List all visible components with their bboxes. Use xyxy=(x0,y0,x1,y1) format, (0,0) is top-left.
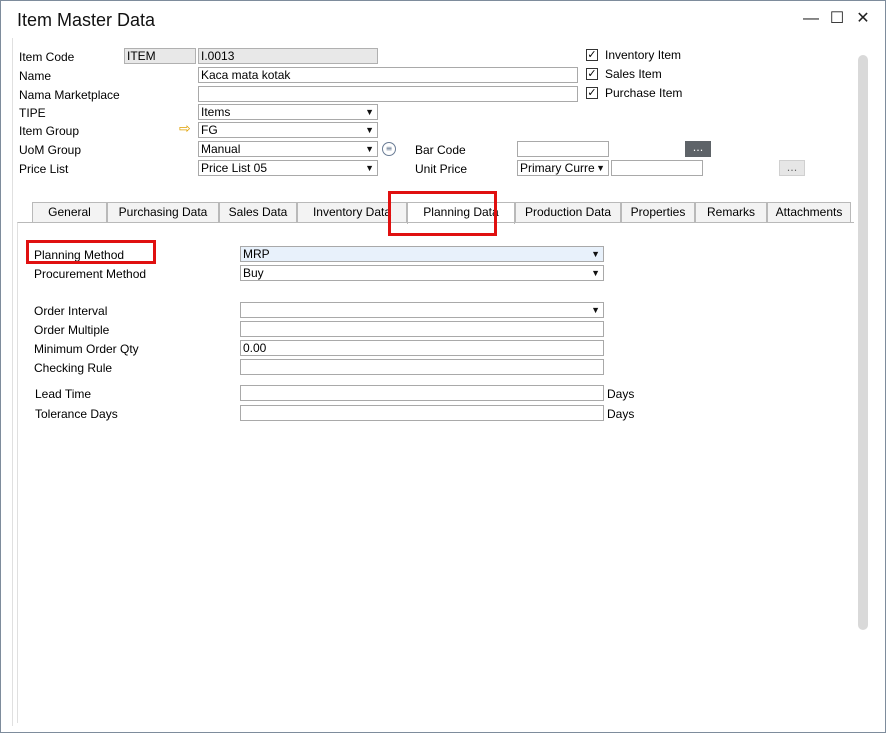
tab-sales-data[interactable]: Sales Data xyxy=(219,202,297,222)
bar-code-field[interactable] xyxy=(517,141,609,157)
checking-rule-field[interactable] xyxy=(240,359,604,375)
inventory-item-label: Inventory Item xyxy=(605,48,682,62)
sales-item-label: Sales Item xyxy=(605,67,662,81)
marketplace-field[interactable] xyxy=(198,86,578,102)
min-order-qty-field[interactable]: 0.00 xyxy=(240,340,604,356)
bar-code-label: Bar Code xyxy=(415,143,466,157)
order-interval-label: Order Interval xyxy=(34,304,108,318)
vertical-scrollbar[interactable] xyxy=(858,55,868,630)
currency-dropdown[interactable]: Primary Curre xyxy=(517,160,609,176)
maximize-icon[interactable]: ☐ xyxy=(827,9,847,29)
purchase-item-label: Purchase Item xyxy=(605,86,683,100)
tipe-dropdown[interactable]: Items xyxy=(198,104,378,120)
minimize-icon[interactable]: — xyxy=(801,9,821,29)
purchase-item-checkbox[interactable]: ✓ xyxy=(586,87,598,99)
link-arrow-icon[interactable]: ⇨ xyxy=(179,122,191,136)
item-code-label: Item Code xyxy=(19,50,75,64)
close-icon[interactable]: ✕ xyxy=(853,9,873,29)
inventory-item-checkbox[interactable]: ✓ xyxy=(586,49,598,61)
marketplace-label: Nama Marketplace xyxy=(19,88,120,102)
sales-item-checkbox[interactable]: ✓ xyxy=(586,68,598,80)
planning-data-panel xyxy=(17,222,854,723)
window-title: Item Master Data xyxy=(17,10,156,30)
tab-properties[interactable]: Properties xyxy=(621,202,695,222)
order-multiple-field[interactable] xyxy=(240,321,604,337)
tolerance-days-unit: Days xyxy=(607,407,635,421)
tab-general[interactable]: General xyxy=(32,202,107,222)
procurement-method-label: Procurement Method xyxy=(34,267,147,281)
unit-price-field[interactable] xyxy=(611,160,703,176)
uom-group-dropdown[interactable]: Manual xyxy=(198,141,378,157)
order-multiple-label: Order Multiple xyxy=(34,323,110,337)
lead-time-field[interactable] xyxy=(240,385,604,401)
min-order-qty-label: Minimum Order Qty xyxy=(34,342,139,356)
price-list-label: Price List xyxy=(19,162,69,176)
title-bar: Item Master Data — ☐ ✕ xyxy=(1,1,885,39)
planning-method-dropdown[interactable]: MRP xyxy=(240,246,604,262)
item-group-label: Item Group xyxy=(19,124,80,138)
item-code-field[interactable]: I.0013 xyxy=(198,48,378,64)
list-details-icon[interactable]: ≡ xyxy=(382,142,396,156)
price-list-dropdown[interactable]: Price List 05 xyxy=(198,160,378,176)
tab-production-data[interactable]: Production Data xyxy=(515,202,621,222)
order-interval-dropdown[interactable] xyxy=(240,302,604,318)
planning-tab-highlight xyxy=(388,191,497,236)
planning-method-highlight xyxy=(26,240,156,264)
unit-price-label: Unit Price xyxy=(415,162,468,176)
procurement-method-dropdown[interactable]: Buy xyxy=(240,265,604,281)
item-group-dropdown[interactable]: FG xyxy=(198,122,378,138)
tipe-label: TIPE xyxy=(19,106,46,120)
tolerance-days-label: Tolerance Days xyxy=(35,407,118,421)
lead-time-unit: Days xyxy=(607,387,635,401)
name-label: Name xyxy=(19,69,52,83)
lead-time-label: Lead Time xyxy=(35,387,92,401)
bar-code-ellipsis-button[interactable]: ... xyxy=(685,141,711,157)
uom-group-label: UoM Group xyxy=(19,143,82,157)
item-code-series-field[interactable]: ITEM xyxy=(124,48,196,64)
tolerance-days-field[interactable] xyxy=(240,405,604,421)
tab-remarks[interactable]: Remarks xyxy=(695,202,767,222)
checking-rule-label: Checking Rule xyxy=(34,361,113,375)
unit-price-ellipsis-button[interactable]: ... xyxy=(779,160,805,176)
tab-purchasing-data[interactable]: Purchasing Data xyxy=(107,202,219,222)
name-field[interactable]: Kaca mata kotak xyxy=(198,67,578,83)
tab-attachments[interactable]: Attachments xyxy=(767,202,851,222)
